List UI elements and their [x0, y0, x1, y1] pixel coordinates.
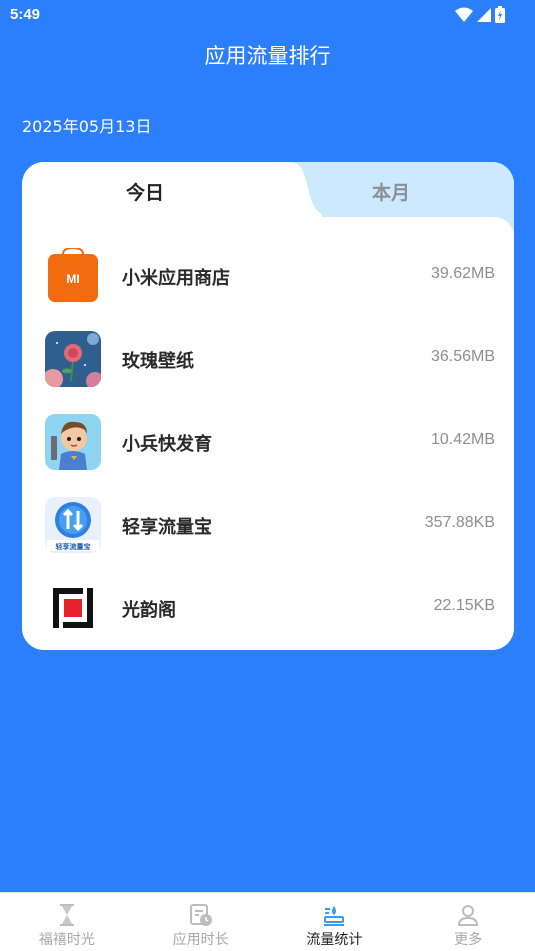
- hourglass-icon: [59, 904, 74, 926]
- app-name: 玫瑰壁纸: [122, 351, 194, 372]
- tab-today[interactable]: 今日: [22, 178, 268, 205]
- list-item[interactable]: 小兵快发育 10.42MB: [22, 407, 514, 477]
- nav-label: 流量统计: [306, 932, 363, 948]
- nav-label: 福禧时光: [38, 932, 95, 948]
- nav-item-fuxi[interactable]: 福禧时光: [0, 893, 134, 951]
- traffic-stats-icon: [324, 906, 345, 926]
- soldier-game-icon: [45, 414, 101, 470]
- nav-label: 更多: [454, 932, 483, 948]
- traffic-badge-text: 轻享流量宝: [56, 542, 91, 551]
- app-usage: 36.56MB: [430, 348, 495, 365]
- status-bar: 5:49: [0, 0, 535, 32]
- list-item[interactable]: 光韵阁 22.15KB: [22, 573, 514, 643]
- mi-store-icon: MI: [45, 248, 101, 304]
- date-label: 2025年05月13日: [22, 117, 152, 136]
- battery-icon: [495, 6, 505, 23]
- rose-wallpaper-icon: [45, 331, 101, 387]
- app-name: 轻享流量宝: [122, 517, 212, 538]
- traffic-treasure-icon: 轻享流量宝: [45, 497, 101, 553]
- app-usage: 10.42MB: [430, 431, 495, 448]
- list-item[interactable]: MI 小米应用商店 39.62MB: [22, 241, 514, 311]
- app-name: 小米应用商店: [122, 268, 230, 289]
- bottom-nav: 福禧时光 应用时长 流量统计 更多: [0, 892, 535, 951]
- guangyunge-icon: [45, 580, 101, 636]
- nav-item-more[interactable]: 更多: [401, 893, 535, 951]
- nav-item-app-time[interactable]: 应用时长: [134, 893, 268, 951]
- wifi-icon: [455, 7, 473, 22]
- status-time: 5:49: [10, 6, 41, 23]
- list-item[interactable]: 轻享流量宝 轻享流量宝 357.88KB: [22, 490, 514, 560]
- app-traffic-list: MI 小米应用商店 39.62MB 玫瑰壁纸 36.56MB 小兵快发育 10.…: [22, 217, 514, 650]
- page-title: 应用流量排行: [204, 44, 331, 68]
- list-item[interactable]: 玫瑰壁纸 36.56MB: [22, 324, 514, 394]
- app-usage: 39.62MB: [430, 265, 495, 282]
- traffic-card: 今日 本月 MI 小米应用商店 39.62MB 玫瑰壁纸 36.56MB 小兵快…: [22, 162, 514, 650]
- app-name: 小兵快发育: [122, 434, 212, 455]
- app-time-icon: [189, 904, 212, 926]
- nav-label: 应用时长: [172, 932, 229, 948]
- app-usage: 357.88KB: [424, 514, 495, 531]
- tab-month[interactable]: 本月: [268, 178, 514, 205]
- nav-item-traffic-stats[interactable]: 流量统计: [268, 893, 402, 951]
- person-icon: [458, 905, 479, 926]
- app-usage: 22.15KB: [433, 597, 495, 614]
- mi-logo-text: MI: [66, 272, 79, 286]
- status-icons: [455, 6, 505, 23]
- app-name: 光韵阁: [122, 600, 176, 621]
- signal-icon: [477, 7, 491, 22]
